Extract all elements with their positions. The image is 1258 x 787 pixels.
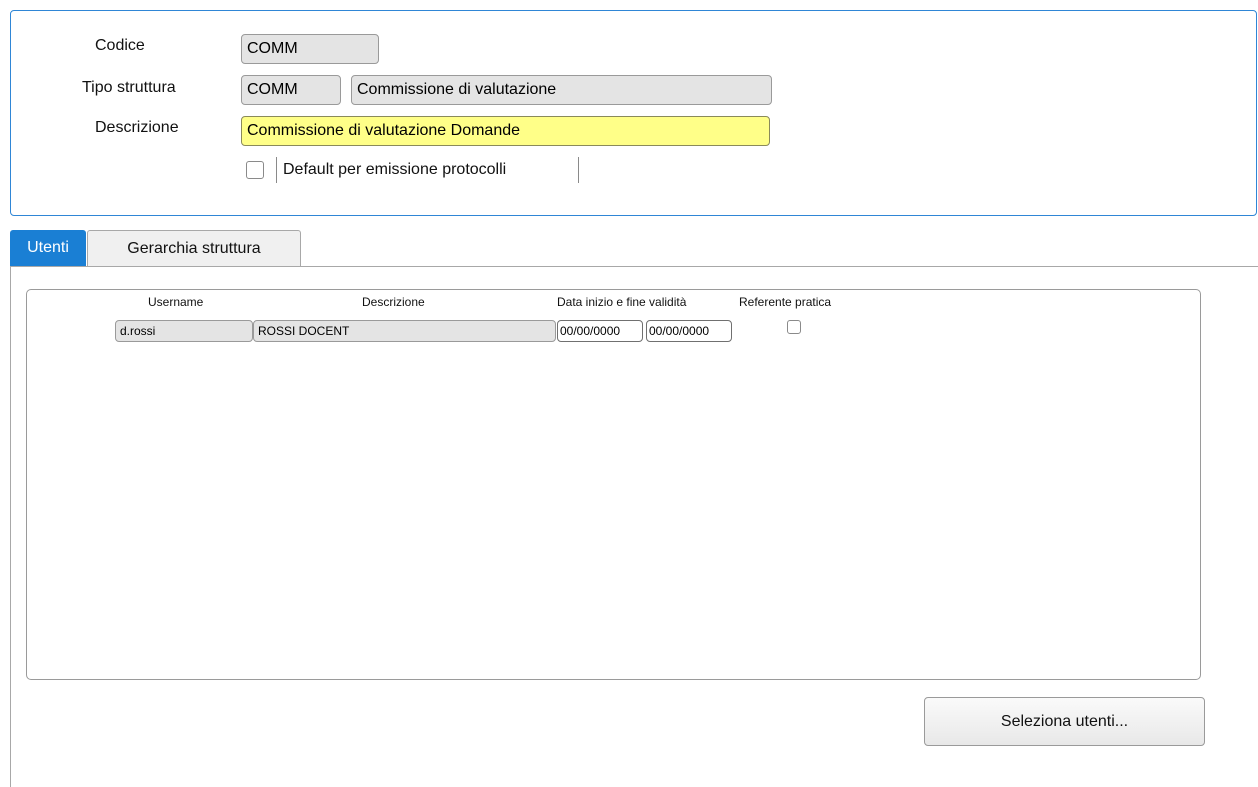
tipo-struttura-desc-field[interactable]: Commissione di valutazione	[351, 75, 772, 105]
row-data-fine-field[interactable]: 00/00/0000	[646, 320, 732, 342]
structure-header-panel	[10, 10, 1257, 216]
default-label-separator-right	[578, 157, 579, 183]
column-header-descrizione: Descrizione	[362, 295, 425, 309]
row-username-cell[interactable]: d.rossi	[115, 320, 253, 342]
tab-gerarchia-struttura[interactable]: Gerarchia struttura	[87, 230, 301, 267]
tipo-struttura-code-field[interactable]: COMM	[241, 75, 341, 105]
row-data-inizio-field[interactable]: 00/00/0000	[557, 320, 643, 342]
codice-field[interactable]: COMM	[241, 34, 379, 64]
column-header-validita: Data inizio e fine validità	[557, 295, 687, 309]
descrizione-label: Descrizione	[95, 119, 179, 136]
users-grid	[26, 289, 1201, 680]
descrizione-field[interactable]: Commissione di valutazione Domande	[241, 116, 770, 146]
codice-label: Codice	[95, 37, 145, 54]
default-protocolli-checkbox[interactable]	[246, 161, 264, 179]
row-referente-checkbox[interactable]	[787, 320, 801, 334]
row-descrizione-cell[interactable]: ROSSI DOCENT	[253, 320, 556, 342]
default-protocolli-label: Default per emissione protocolli	[283, 161, 507, 178]
tipo-struttura-label: Tipo struttura	[82, 79, 176, 96]
column-header-referente: Referente pratica	[739, 295, 832, 309]
default-label-separator-left	[276, 157, 277, 183]
tab-strip-divider	[10, 266, 1258, 267]
column-header-username: Username	[148, 295, 204, 309]
select-users-button[interactable]: Seleziona utenti...	[924, 697, 1205, 746]
tab-panel-left-border	[10, 266, 11, 787]
tab-utenti[interactable]: Utenti	[10, 230, 86, 267]
